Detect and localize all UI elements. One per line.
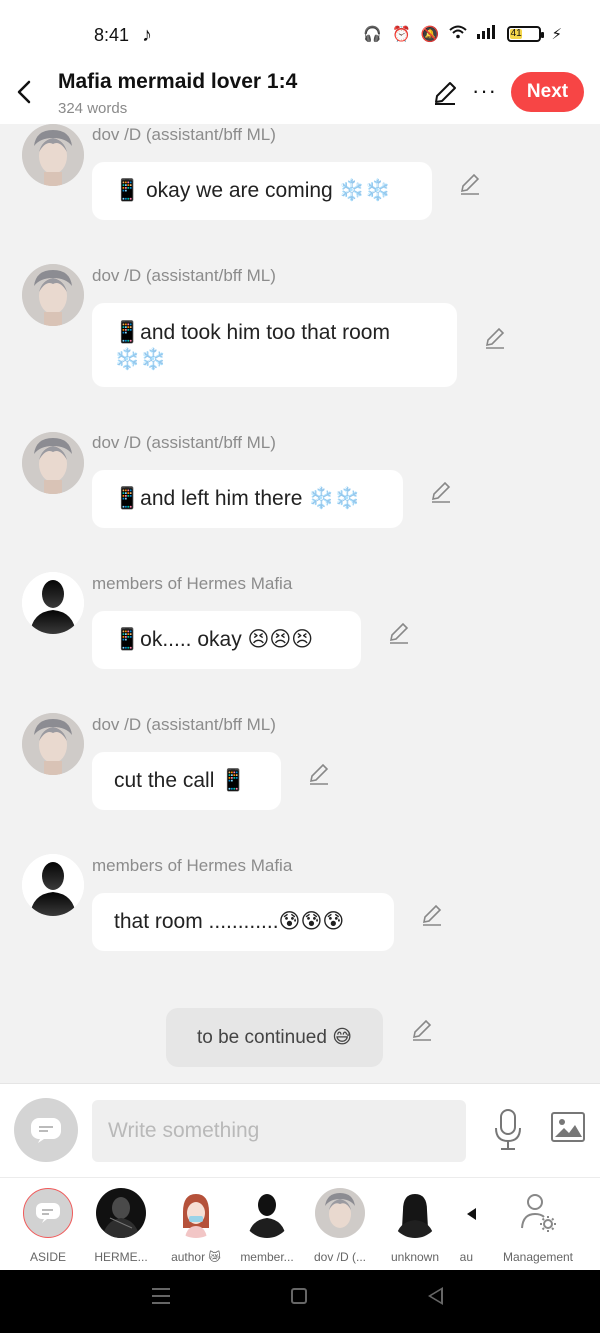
character-label: Management <box>502 1250 574 1264</box>
chat-bubble-icon <box>31 1118 61 1143</box>
avatar-silhouette <box>242 1188 292 1238</box>
management-icon <box>513 1188 563 1238</box>
character-dov[interactable]: dov /D (... <box>310 1188 370 1264</box>
character-bar: ASIDE HERME... author 😿 member... dov /D… <box>0 1177 600 1270</box>
status-icons: 🎧 ⏰ 🔕 41 ⚡ <box>363 25 562 43</box>
image-icon[interactable] <box>551 1112 585 1142</box>
edit-message-icon[interactable] <box>387 621 411 645</box>
character-label: au <box>459 1250 473 1264</box>
composer <box>0 1083 600 1177</box>
avatar-dark-portrait <box>96 1188 146 1238</box>
chat-header: Mafia mermaid lover 1:4 324 words ··· Ne… <box>0 62 600 124</box>
character-au[interactable]: au <box>449 1188 476 1264</box>
character-author[interactable]: author 😿 <box>166 1188 226 1264</box>
wifi-icon <box>449 25 468 43</box>
character-label: ASIDE <box>29 1250 66 1264</box>
message-bubble[interactable]: 📱and took him too that room ❄️❄️ <box>92 303 457 387</box>
avatar-silhouette[interactable] <box>22 572 84 634</box>
edit-message-icon[interactable] <box>429 480 453 504</box>
character-label: dov /D (... <box>313 1250 366 1264</box>
arrow-icon <box>449 1188 476 1238</box>
edit-message-icon[interactable] <box>483 326 507 350</box>
story-title: Mafia mermaid lover 1:4 <box>58 70 298 93</box>
battery-icon: 41 <box>507 26 545 42</box>
alarm-icon: ⏰ <box>392 26 411 43</box>
edit-message-icon[interactable] <box>458 172 482 196</box>
message-sender: dov /D (assistant/bff ML) <box>92 125 276 144</box>
narration-bubble[interactable]: to be continued 😅 <box>166 1008 383 1067</box>
character-hermes[interactable]: HERME... <box>91 1188 151 1264</box>
message-sender: dov /D (assistant/bff ML) <box>92 715 276 734</box>
home-button[interactable] <box>291 1288 307 1304</box>
avatar-male-portrait[interactable] <box>22 264 84 326</box>
message-sender: members of Hermes Mafia <box>92 574 293 593</box>
music-note-icon: ♪ <box>142 24 152 46</box>
system-navigation-bar <box>0 1270 600 1333</box>
word-count: 324 words <box>58 100 128 117</box>
message-input[interactable] <box>92 1100 466 1162</box>
microphone-icon[interactable] <box>492 1108 524 1152</box>
status-bar: 8:41 ♪ 🎧 ⏰ 🔕 41 ⚡ <box>0 0 600 62</box>
message-sender: dov /D (assistant/bff ML) <box>92 433 276 452</box>
character-label: unknown <box>390 1250 440 1264</box>
avatar-male-portrait <box>315 1188 365 1238</box>
charging-icon: ⚡ <box>551 26 562 43</box>
battery-level: 41 <box>510 28 522 39</box>
avatar-silhouette-dark <box>390 1188 440 1238</box>
status-time: 8:41 <box>94 25 130 45</box>
pencil-icon[interactable] <box>432 80 458 106</box>
avatar-male-portrait[interactable] <box>22 432 84 494</box>
message-bubble[interactable]: that room ............😰😰😰 <box>92 893 394 951</box>
avatar-silhouette[interactable] <box>22 854 84 916</box>
management-button[interactable]: Management <box>500 1188 576 1264</box>
message-bubble[interactable]: 📱and left him there ❄️❄️ <box>92 470 403 528</box>
character-unknown[interactable]: unknown <box>385 1188 445 1264</box>
next-button[interactable]: Next <box>511 72 584 112</box>
more-options-icon[interactable]: ··· <box>472 78 497 104</box>
headphones-icon: 🎧 <box>363 26 383 43</box>
signal-icon <box>477 25 497 43</box>
aside-icon <box>23 1188 73 1238</box>
edit-message-icon[interactable] <box>307 762 331 786</box>
aside-toggle-button[interactable] <box>14 1098 78 1162</box>
back-arrow-icon[interactable] <box>14 78 38 106</box>
edit-narration-icon[interactable] <box>410 1018 434 1042</box>
character-label: author 😿 <box>171 1250 221 1264</box>
edit-message-icon[interactable] <box>420 903 444 927</box>
recent-apps-button[interactable] <box>152 1288 170 1304</box>
message-bubble[interactable]: cut the call 📱 <box>92 752 281 810</box>
character-aside[interactable]: ASIDE <box>18 1188 78 1264</box>
avatar-anime-girl <box>171 1188 221 1238</box>
character-members[interactable]: member... <box>237 1188 297 1264</box>
mute-icon: 🔕 <box>420 26 440 43</box>
message-bubble[interactable]: 📱ok..... okay 😣😣😣 <box>92 611 361 669</box>
avatar-male-portrait[interactable] <box>22 713 84 775</box>
character-label: HERME... <box>94 1250 148 1264</box>
message-sender: dov /D (assistant/bff ML) <box>92 266 276 285</box>
message-sender: members of Hermes Mafia <box>92 856 293 875</box>
avatar-male-portrait[interactable] <box>22 124 84 186</box>
character-label: member... <box>240 1250 294 1264</box>
message-bubble[interactable]: 📱 okay we are coming ❄️❄️ <box>92 162 432 220</box>
system-back-button[interactable] <box>428 1287 443 1305</box>
